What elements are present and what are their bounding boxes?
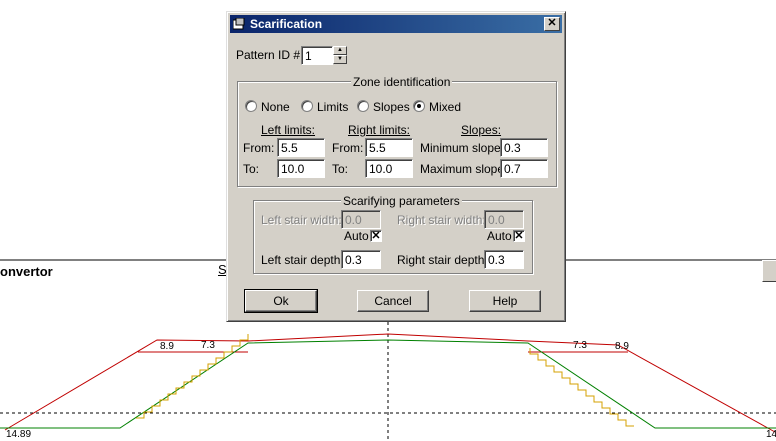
right-stair-depth-input[interactable]: 0.3 [484, 250, 524, 269]
left-stair-depth-label: Left stair depth: [261, 253, 344, 267]
close-icon: ✕ [547, 17, 557, 29]
existing-ground-red [4, 333, 776, 433]
check-x-icon: ✕ [371, 230, 381, 242]
left-outer-label: 8.9 [160, 341, 174, 352]
left-to-label: To: [243, 162, 260, 176]
right-auto-checkbox[interactable]: ✕ [513, 230, 525, 242]
max-slope-input[interactable]: 0.7 [500, 159, 548, 178]
right-stair-width-input[interactable]: 0.0 [484, 210, 524, 229]
scarifying-group-title: Scarifying parameters [341, 194, 462, 208]
spin-down-icon[interactable]: ▼ [333, 55, 347, 64]
radio-mixed[interactable] [413, 100, 425, 112]
left-auto-label: Auto [344, 229, 369, 243]
slopes-title: Slopes: [461, 123, 502, 137]
right-stair-width-label: Right stair width: [397, 213, 486, 227]
right-outer-label: 8.9 [615, 341, 629, 352]
right-stair-depth-label: Right stair depth: [397, 253, 488, 267]
window-icon [233, 18, 245, 30]
ok-button[interactable]: Ok [244, 289, 318, 313]
app-title-fragment: onvertor [0, 264, 53, 279]
scarification-dialog: Scarification ✕ Pattern ID # 1 ▲ ▼ Zone … [226, 11, 566, 322]
right-auto-label: Auto [487, 229, 512, 243]
min-slope-input[interactable]: 0.3 [500, 138, 548, 157]
dialog-title: Scarification [250, 17, 323, 31]
left-stair-width-label: Left stair width: [261, 213, 342, 227]
left-stair-depth-input[interactable]: 0.3 [341, 250, 381, 269]
dialog-title-bar[interactable]: Scarification ✕ [230, 15, 562, 33]
max-slope-label: Maximum slope: [420, 162, 508, 176]
left-stair-width-input[interactable]: 0.0 [341, 210, 381, 229]
left-from-label: From: [243, 141, 275, 155]
radio-limits[interactable] [301, 100, 313, 112]
spin-up-icon[interactable]: ▲ [333, 46, 347, 55]
pattern-id-label: Pattern ID # [236, 48, 301, 62]
background-button[interactable] [762, 260, 776, 282]
radio-none[interactable] [245, 100, 257, 112]
left-auto-checkbox[interactable]: ✕ [370, 230, 382, 242]
left-inner-label: 7.3 [201, 340, 215, 351]
pattern-id-input[interactable]: 1 [301, 46, 333, 65]
left-from-input[interactable]: 5.5 [277, 138, 325, 157]
left-limits-title: Left limits: [261, 123, 316, 137]
left-to-input[interactable]: 10.0 [277, 159, 325, 178]
radio-limits-label: Limits [317, 100, 349, 114]
radio-slopes-label: Slopes [373, 100, 410, 114]
left-station-label: 14.89 [6, 429, 32, 440]
radio-none-label: None [261, 100, 290, 114]
help-button[interactable]: Help [469, 290, 541, 312]
right-station-label: 14 [766, 429, 776, 440]
right-stairs [529, 348, 634, 427]
right-to-input[interactable]: 10.0 [365, 159, 413, 178]
min-slope-label: Minimum slope: [420, 141, 505, 155]
zone-group-title: Zone identification [351, 75, 453, 89]
radio-mixed-label: Mixed [429, 100, 462, 114]
right-from-input[interactable]: 5.5 [365, 138, 413, 157]
radio-slopes[interactable] [357, 100, 369, 112]
right-to-label: To: [332, 162, 349, 176]
right-limits-title: Right limits: [348, 123, 411, 137]
check-x-icon: ✕ [514, 230, 524, 242]
right-inner-label: 7.3 [573, 340, 587, 351]
right-from-label: From: [332, 141, 364, 155]
pattern-id-spinner[interactable]: ▲ ▼ [333, 46, 347, 65]
cancel-button[interactable]: Cancel [357, 290, 429, 312]
left-stairs [136, 334, 249, 419]
close-button[interactable]: ✕ [544, 17, 560, 31]
